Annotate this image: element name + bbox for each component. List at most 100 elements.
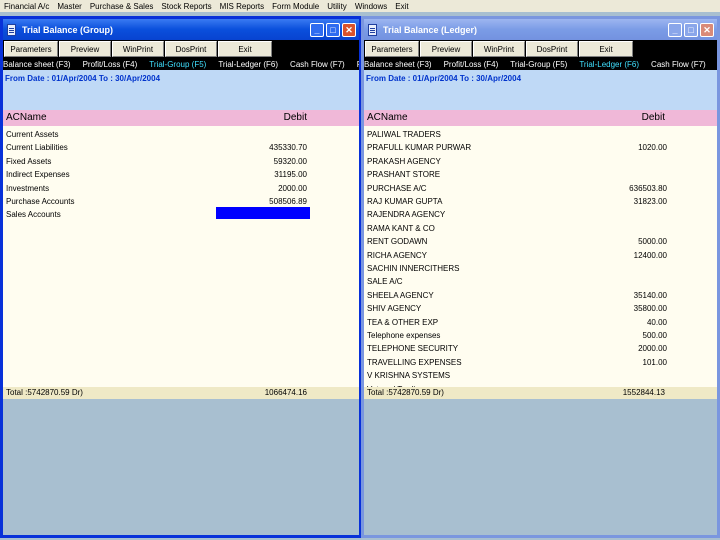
table-row[interactable]: TELEPHONE SECURITY 2000.00: [364, 343, 717, 356]
minimize-button[interactable]: _: [668, 22, 682, 37]
fkey-1[interactable]: Profit/Loss (F4): [83, 60, 138, 69]
table-row[interactable]: PRAKASH AGENCY: [364, 156, 717, 169]
account-name: Current Assets: [6, 130, 59, 139]
table-row[interactable]: RAMA KANT & CO: [364, 223, 717, 236]
menu-stock-reports[interactable]: Stock Reports: [157, 2, 215, 11]
preview-button[interactable]: Preview: [420, 41, 472, 57]
account-name: TEA & OTHER EXP: [367, 317, 439, 327]
table-row[interactable]: Current Assets: [3, 129, 359, 142]
table-row[interactable]: Fixed Assets 59320.00: [3, 156, 359, 169]
fkey-4[interactable]: Cash Flow (F7): [290, 60, 345, 69]
account-name: Investments: [6, 183, 50, 193]
fkey-2[interactable]: Trial-Group (F5): [149, 60, 206, 69]
table-row[interactable]: V KRISHNA SYSTEMS: [364, 370, 717, 383]
exit-button[interactable]: Exit: [218, 41, 272, 57]
table-row[interactable]: PRAFULL KUMAR PURWAR 1020.00: [364, 142, 717, 155]
title-bar[interactable]: Trial Balance (Ledger) _ □ ✕: [364, 19, 717, 40]
account-name: PRASHANT STORE: [367, 170, 441, 180]
fkey-0[interactable]: Balance sheet (F3): [3, 60, 71, 69]
document-icon: [7, 23, 16, 36]
menu-mis-reports[interactable]: MIS Reports: [216, 2, 268, 11]
table-row[interactable]: SHIV AGENCY 35800.00: [364, 303, 717, 316]
function-key-bar: Balance sheet (F3) Profit/Loss (F4) Trial-…: [3, 58, 359, 70]
debit-value: 2000.00: [638, 344, 667, 354]
account-name: PURCHASE A/C: [367, 183, 427, 193]
table-row[interactable]: PRASHANT STORE: [364, 169, 717, 182]
menu-master[interactable]: Master: [53, 2, 85, 11]
debit-value: 508506.89: [269, 197, 307, 206]
menu-exit[interactable]: Exit: [391, 2, 412, 11]
debit-value: 35140.00: [633, 290, 667, 300]
table-row[interactable]: Indirect Expenses 31195.00: [3, 169, 359, 182]
table-row[interactable]: Telephone expenses 500.00: [364, 330, 717, 343]
fkey-0[interactable]: Balance sheet (F3): [364, 60, 432, 69]
dosprint-button[interactable]: DosPrint: [165, 41, 217, 57]
winprint-button[interactable]: WinPrint: [112, 41, 164, 57]
account-name: Fixed Assets: [6, 156, 52, 166]
table-row[interactable]: RENT GODAWN 5000.00: [364, 236, 717, 249]
debit-value: 31823.00: [633, 197, 667, 206]
dosprint-button[interactable]: DosPrint: [526, 41, 578, 57]
maximize-button[interactable]: □: [326, 22, 340, 37]
debit-value: 35800.00: [633, 304, 667, 314]
fkey-2[interactable]: Trial-Group (F5): [510, 60, 567, 69]
account-name: SHEELA AGENCY: [367, 290, 434, 300]
menu-purchase-sales[interactable]: Purchase & Sales: [86, 2, 158, 11]
fkey-1[interactable]: Profit/Loss (F4): [444, 60, 499, 69]
account-name: RAJ KUMAR GUPTA: [367, 197, 443, 206]
table-row[interactable]: Sales Accounts: [3, 209, 359, 222]
winprint-button[interactable]: WinPrint: [473, 41, 525, 57]
account-name: Purchase Accounts: [6, 197, 75, 206]
account-name: TELEPHONE SECURITY: [367, 344, 459, 354]
acname-header[interactable]: ACName: [6, 112, 47, 123]
menu-financial[interactable]: Financial A/c: [0, 2, 53, 11]
table-row[interactable]: SHEELA AGENCY 35140.00: [364, 290, 717, 303]
parameters-button[interactable]: Parameters: [365, 41, 419, 57]
table-row[interactable]: SACHIN INNERCITHERS: [364, 263, 717, 276]
acname-header[interactable]: ACName: [367, 112, 408, 123]
table-row[interactable]: PURCHASE A/C 636503.80: [364, 183, 717, 196]
minimize-button[interactable]: _: [310, 22, 324, 37]
table-row[interactable]: Investments 2000.00: [3, 183, 359, 196]
debit-header[interactable]: Debit: [642, 112, 665, 123]
table-row[interactable]: RICHA AGENCY 12400.00: [364, 250, 717, 263]
menu-windows[interactable]: Windows: [351, 2, 391, 11]
fkey-3[interactable]: Trial-Ledger (F6): [579, 60, 639, 69]
account-name: RAMA KANT & CO: [367, 223, 435, 233]
fkey-4[interactable]: Cash Flow (F7): [651, 60, 706, 69]
menu-utility[interactable]: Utility: [323, 2, 351, 11]
preview-button[interactable]: Preview: [59, 41, 111, 57]
title-bar[interactable]: Trial Balance (Group) _ □ ✕: [3, 19, 359, 40]
total-label: Total :5742870.59 Dr): [6, 388, 83, 397]
account-name: RAJENDRA AGENCY: [367, 210, 446, 220]
ledger-grid: ACName Debit PALIWAL TRADERS PRAFULL KUMA…: [364, 110, 717, 394]
document-icon: [368, 23, 377, 36]
exit-button[interactable]: Exit: [579, 41, 633, 57]
fkey-3[interactable]: Trial-Ledger (F6): [218, 60, 278, 69]
table-row[interactable]: Purchase Accounts 508506.89: [3, 196, 359, 209]
table-row[interactable]: Current Liabilities 435330.70: [3, 142, 359, 155]
fkey-5[interactable]: Fund: [357, 60, 359, 69]
close-button[interactable]: ✕: [342, 22, 356, 37]
debit-value: 5000.00: [638, 237, 667, 247]
debit-value: 31195.00: [274, 170, 307, 180]
table-row[interactable]: RAJENDRA AGENCY: [364, 209, 717, 222]
trial-balance-group-window: Trial Balance (Group) _ □ ✕ Parameters P…: [0, 16, 362, 538]
table-row[interactable]: SALE A/C: [364, 276, 717, 289]
debit-header[interactable]: Debit: [284, 112, 307, 123]
close-button[interactable]: ✕: [700, 22, 714, 37]
total-bar: Total :5742870.59 Dr) 1066474.16: [3, 387, 359, 399]
total-value: 1066474.16: [264, 388, 307, 397]
table-row[interactable]: TEA & OTHER EXP 40.00: [364, 317, 717, 330]
menu-form-module[interactable]: Form Module: [268, 2, 323, 11]
debit-value: 40.00: [646, 317, 667, 327]
table-row[interactable]: RAJ KUMAR GUPTA 31823.00: [364, 196, 717, 209]
toolbar: Parameters Preview WinPrint DosPrint Exi…: [3, 40, 359, 58]
grid-header: ACName Debit: [3, 110, 359, 126]
debit-value: 59320.00: [273, 156, 307, 166]
table-row[interactable]: TRAVELLING EXPENSES 101.00: [364, 357, 717, 370]
parameters-button[interactable]: Parameters: [4, 41, 58, 57]
table-row[interactable]: PALIWAL TRADERS: [364, 129, 717, 142]
maximize-button[interactable]: □: [684, 22, 698, 37]
trial-balance-ledger-window: Trial Balance (Ledger) _ □ ✕ Parameters …: [361, 16, 720, 538]
